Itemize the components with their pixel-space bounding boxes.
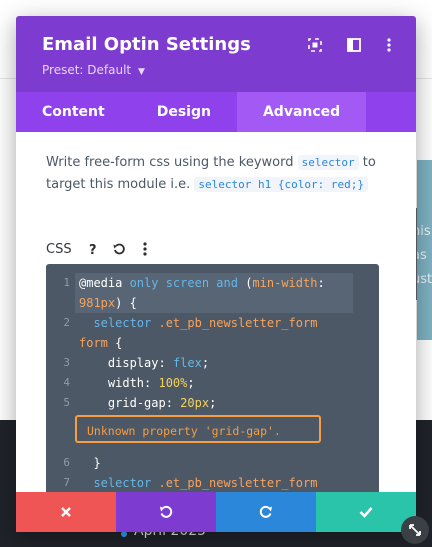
resize-icon — [409, 524, 421, 536]
code-text: 981px) { — [79, 293, 137, 313]
redo-button[interactable] — [216, 492, 316, 532]
line-number: 4 — [63, 376, 70, 389]
description-text: Write free-form css using the keyword — [46, 155, 298, 170]
line-number: 1 — [63, 276, 70, 289]
check-icon — [359, 507, 373, 518]
code-token: ) { — [115, 296, 137, 310]
code-line: 1 @media only screen and (min-width: — [46, 273, 379, 293]
redo-icon — [259, 505, 272, 518]
tab-content[interactable]: Content — [16, 92, 131, 132]
settings-tabs: Content Design Advanced — [16, 92, 416, 132]
css-field-header: CSS ? — [46, 238, 154, 260]
code-token: ; — [187, 376, 195, 390]
modal-header: Email Optin Settings Preset: Default ▼ — [16, 16, 416, 92]
code-line: 981px) { — [46, 293, 379, 313]
code-token: @media — [79, 276, 130, 290]
line-number: 6 — [63, 456, 70, 469]
line-number: 7 — [63, 476, 70, 489]
code-line: form { — [46, 333, 379, 353]
code-token: ; — [209, 396, 217, 410]
code-token: : — [165, 396, 181, 410]
expand-icon[interactable] — [306, 36, 324, 54]
code-text: selector .et_pb_newsletter_form — [79, 473, 317, 493]
sidebar-toggle-icon[interactable] — [345, 36, 363, 54]
code-keyword: selector — [297, 155, 359, 170]
help-icon[interactable]: ? — [84, 240, 102, 258]
svg-text:?: ? — [89, 243, 97, 256]
code-line: 7 selector .et_pb_newsletter_form — [46, 473, 379, 493]
line-number: 2 — [63, 316, 70, 329]
code-token: : — [317, 276, 325, 290]
code-token: : — [158, 356, 173, 370]
tab-design[interactable]: Design — [131, 92, 237, 132]
code-text: @media only screen and (min-width: — [79, 273, 325, 293]
code-token: selector — [79, 476, 159, 490]
more-options-icon[interactable] — [380, 36, 398, 54]
modal-body: Write free-form css using the keyword se… — [16, 132, 416, 514]
code-token: 981px — [79, 296, 116, 310]
code-token: flex — [172, 356, 202, 370]
css-label: CSS — [46, 241, 72, 257]
settings-modal: Email Optin Settings Preset: Default ▼ C… — [16, 16, 416, 532]
code-token: 20px — [180, 396, 210, 410]
code-token: only — [129, 276, 166, 290]
code-line: 5 grid-gap: 20px; — [46, 393, 379, 413]
line-number: 3 — [63, 356, 70, 369]
code-line: 4 width: 100%; — [46, 373, 379, 393]
code-token: } — [79, 456, 101, 470]
code-text: width: 100%; — [79, 373, 195, 393]
preset-dropdown[interactable]: Preset: Default ▼ — [42, 63, 145, 77]
close-icon — [61, 507, 71, 517]
discard-button[interactable] — [16, 492, 116, 532]
tab-advanced[interactable]: Advanced — [236, 92, 367, 132]
code-text: } — [79, 453, 101, 473]
code-text: display: flex; — [79, 353, 209, 373]
code-token: .et_pb_newsletter_form — [158, 476, 318, 490]
code-line: 2 selector .et_pb_newsletter_form — [46, 313, 379, 333]
undo-button[interactable] — [116, 492, 216, 532]
more-options-icon[interactable] — [136, 240, 154, 258]
background-section: his as ust — [412, 160, 432, 340]
code-token: .et_pb_newsletter_form — [158, 316, 318, 330]
error-message: Unknown property 'grid-gap'. — [75, 415, 321, 443]
code-token: and — [216, 276, 246, 290]
code-token: grid-gap — [79, 396, 166, 410]
resize-handle[interactable] — [401, 516, 429, 544]
css-code-editor[interactable]: 1 @media only screen and (min-width: 981px… — [46, 264, 379, 514]
code-example: selector h1 {color: red;} — [194, 177, 368, 192]
code-token: form — [79, 336, 116, 350]
css-description: Write free-form css using the keyword se… — [46, 152, 386, 196]
code-token: : — [144, 376, 159, 390]
code-token: 100% — [158, 376, 188, 390]
code-token: min-width — [252, 276, 318, 290]
code-token: selector — [79, 316, 159, 330]
caret-down-icon: ▼ — [137, 67, 145, 77]
code-token: screen — [165, 276, 217, 290]
code-token: width — [79, 376, 145, 390]
code-text: selector .et_pb_newsletter_form — [79, 313, 317, 333]
code-token: { — [115, 336, 123, 350]
code-token: ; — [201, 356, 210, 370]
code-line: 6 } — [46, 453, 379, 473]
undo-icon — [160, 505, 173, 518]
code-line: 3 display: flex; — [46, 353, 379, 373]
preset-label: Preset: Default — [42, 63, 132, 77]
code-token: display — [79, 356, 159, 370]
line-number: 5 — [63, 396, 70, 409]
modal-footer — [16, 492, 416, 532]
reset-icon[interactable] — [110, 240, 128, 258]
code-text: grid-gap: 20px; — [79, 393, 216, 413]
modal-title: Email Optin Settings — [42, 34, 251, 55]
code-text: form { — [79, 333, 122, 353]
